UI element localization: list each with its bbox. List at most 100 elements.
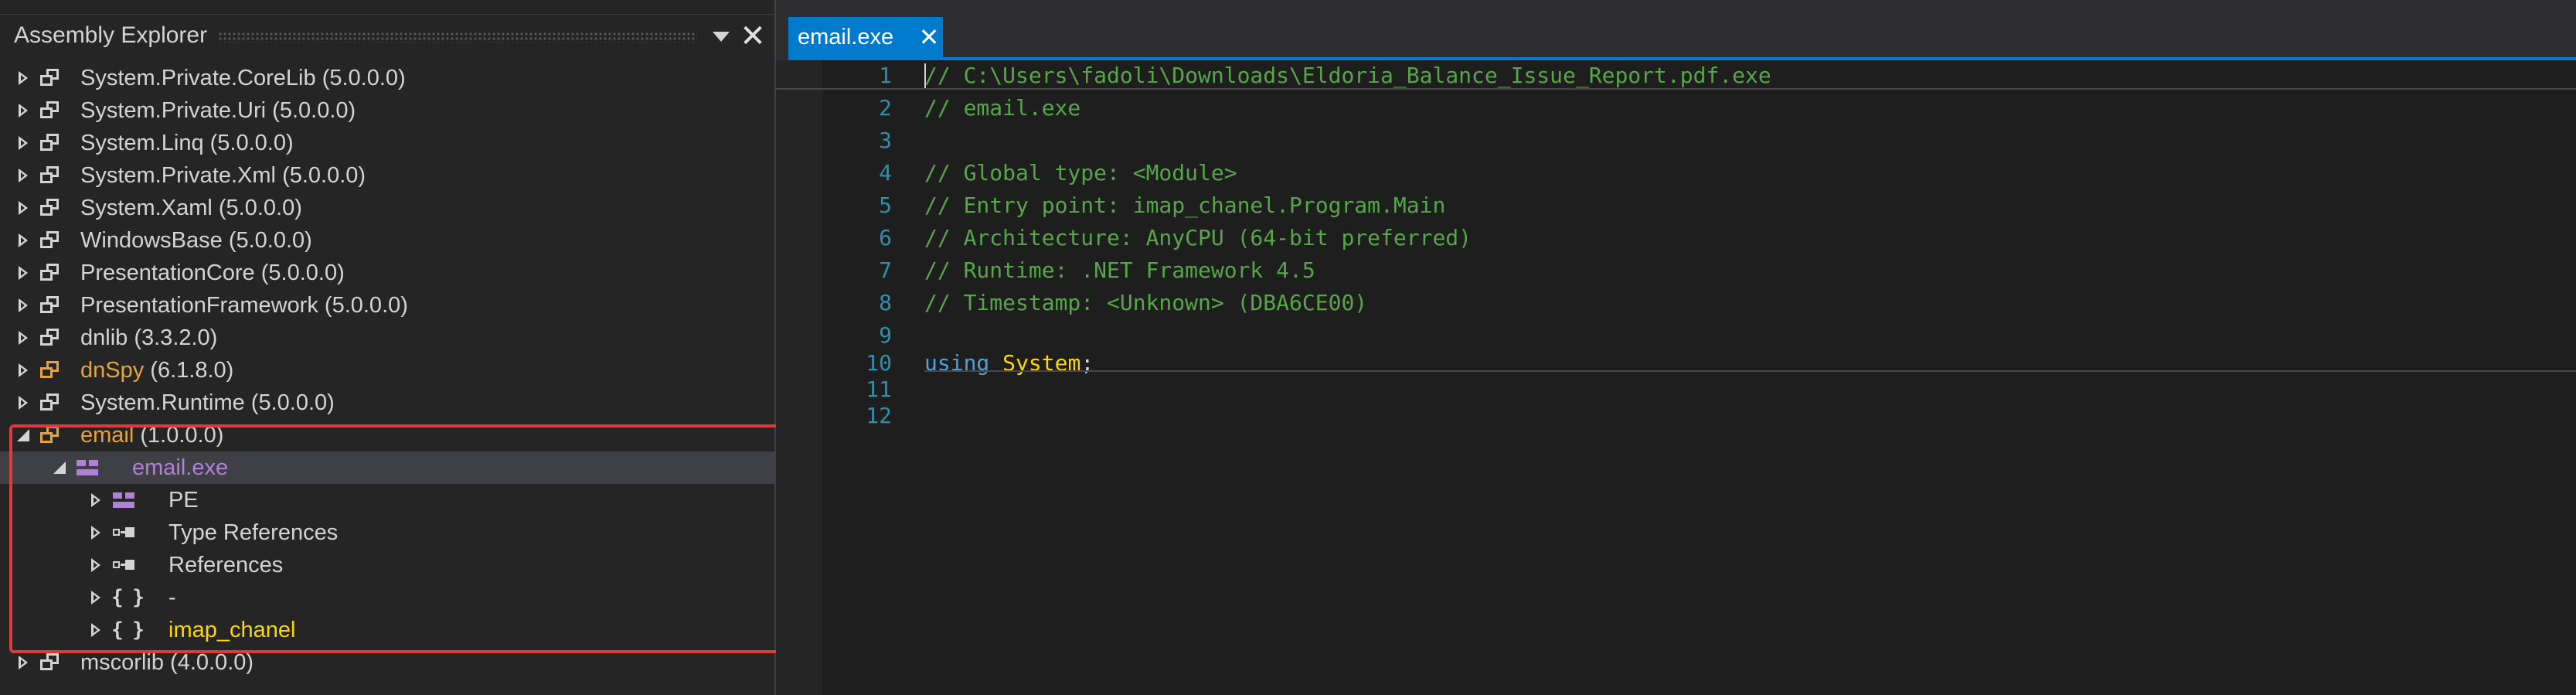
expand-arrow-icon[interactable] xyxy=(15,257,32,289)
code-line[interactable]: 7 // Runtime: .NET Framework 4.5 xyxy=(776,257,2576,284)
tree-item-name: - xyxy=(168,585,176,610)
reference-icon xyxy=(111,522,136,543)
tree-item[interactable]: WindowsBase (5.0.0.0) xyxy=(0,224,774,257)
code-line[interactable]: 10 using System; xyxy=(776,349,2576,377)
expand-arrow-icon[interactable] xyxy=(15,322,32,354)
expand-arrow-icon[interactable] xyxy=(15,646,32,679)
assembly-icon xyxy=(39,67,63,89)
tree-item-version: (5.0.0.0) xyxy=(218,196,302,220)
tree-item[interactable]: System.Linq (5.0.0.0) xyxy=(0,127,774,159)
tree-item-version: (5.0.0.0) xyxy=(250,390,335,415)
code-text: // Timestamp: <Unknown> (DBA6CE00) xyxy=(924,289,1367,317)
expand-arrow-icon[interactable] xyxy=(15,387,32,419)
expand-arrow-icon[interactable] xyxy=(88,484,105,516)
tree-item-label: References xyxy=(168,549,283,581)
code-token: // email.exe xyxy=(924,95,1081,121)
tree-item[interactable]: email.exe xyxy=(0,451,774,484)
tree-item[interactable]: System.Private.CoreLib (5.0.0.0) xyxy=(0,62,774,94)
reference-icon xyxy=(111,554,136,576)
expand-arrow-icon[interactable] xyxy=(15,224,32,257)
code-line[interactable]: 12 xyxy=(776,402,2576,430)
code-token: System xyxy=(1002,350,1081,376)
tree-item[interactable]: References xyxy=(0,549,774,581)
tree-item-label: dnSpy (6.1.8.0) xyxy=(80,354,233,387)
tree-item[interactable]: System.Runtime (5.0.0.0) xyxy=(0,387,774,419)
tree-item-name: System.Private.Uri xyxy=(80,98,267,123)
tree-item[interactable]: PE xyxy=(0,484,774,516)
code-line[interactable]: 2 // email.exe xyxy=(776,94,2576,122)
code-line[interactable]: 6 // Architecture: AnyCPU (64-bit preferr… xyxy=(776,224,2576,252)
code-line[interactable]: 11 xyxy=(776,376,2576,404)
line-number: 9 xyxy=(879,322,892,348)
collapse-arrow-icon[interactable] xyxy=(52,451,69,484)
line-number: 12 xyxy=(866,403,892,428)
tree-item-version: (6.1.8.0) xyxy=(150,358,234,383)
document-tab-bar: email.exe ✕ xyxy=(776,0,2576,60)
module-icon xyxy=(75,457,100,479)
close-panel-icon[interactable]: ✕ xyxy=(739,21,767,52)
panel-drag-grip[interactable] xyxy=(218,32,697,43)
expand-arrow-icon[interactable] xyxy=(88,549,105,581)
code-text: // C:\Users\fadoli\Downloads\Eldoria_Bal… xyxy=(924,62,1771,90)
tree-item-label: Type References xyxy=(168,516,338,549)
panel-dropdown-icon[interactable] xyxy=(713,32,730,42)
expand-arrow-icon[interactable] xyxy=(15,289,32,322)
tree-item-label: email.exe xyxy=(132,451,228,484)
tree-item-label: - xyxy=(168,581,176,614)
line-number: 4 xyxy=(879,160,892,186)
tree-item-label: System.Private.CoreLib (5.0.0.0) xyxy=(80,62,406,94)
expand-arrow-icon[interactable] xyxy=(88,614,105,646)
line-number: 11 xyxy=(866,376,892,402)
namespace-icon: { } xyxy=(111,586,145,609)
expand-arrow-icon[interactable] xyxy=(15,94,32,127)
tree-item[interactable]: PresentationCore (5.0.0.0) xyxy=(0,257,774,289)
expand-arrow-icon[interactable] xyxy=(88,516,105,549)
expand-arrow-icon[interactable] xyxy=(15,192,32,224)
assembly-icon xyxy=(39,262,63,284)
tree-item-name: imap_chanel xyxy=(168,618,296,642)
code-line[interactable]: 9 xyxy=(776,322,2576,349)
line-number: 2 xyxy=(879,95,892,121)
code-line[interactable]: 4 // Global type: <Module> xyxy=(776,159,2576,187)
code-line[interactable]: 1 // C:\Users\fadoli\Downloads\Eldoria_Ba… xyxy=(776,62,2576,90)
tree-item[interactable]: dnlib (3.3.2.0) xyxy=(0,322,774,354)
tree-item-version: (5.0.0.0) xyxy=(228,228,312,253)
line-number: 5 xyxy=(879,192,892,218)
expand-arrow-icon[interactable] xyxy=(15,159,32,192)
code-line[interactable]: 8 // Timestamp: <Unknown> (DBA6CE00) xyxy=(776,289,2576,317)
tree-item[interactable]: Type References xyxy=(0,516,774,549)
collapse-arrow-icon[interactable] xyxy=(15,419,32,451)
tree-item-name: Type References xyxy=(168,520,339,545)
tree-item-name: email.exe xyxy=(132,455,229,480)
tree-item[interactable]: System.Private.Xml (5.0.0.0) xyxy=(0,159,774,192)
tree-item-label: email (1.0.0.0) xyxy=(80,419,223,451)
tree-item[interactable]: System.Private.Uri (5.0.0.0) xyxy=(0,94,774,127)
expand-arrow-icon[interactable] xyxy=(15,354,32,387)
code-line[interactable]: 5 // Entry point: imap_chanel.Program.Mai… xyxy=(776,192,2576,220)
tree-item[interactable]: System.Xaml (5.0.0.0) xyxy=(0,192,774,224)
tree-item[interactable]: mscorlib (4.0.0.0) xyxy=(0,646,774,679)
tree-item[interactable]: { } imap_chanel xyxy=(0,614,774,646)
tree-item[interactable]: PresentationFramework (5.0.0.0) xyxy=(0,289,774,322)
assembly-explorer-panel: Assembly Explorer ✕ System.Private.CoreL… xyxy=(0,0,776,695)
tab-email-exe[interactable]: email.exe ✕ xyxy=(788,17,943,57)
expand-arrow-icon[interactable] xyxy=(15,127,32,159)
code-editor[interactable]: 1 // C:\Users\fadoli\Downloads\Eldoria_Ba… xyxy=(776,60,2576,695)
expand-arrow-icon[interactable] xyxy=(15,62,32,94)
assembly-icon xyxy=(39,359,63,381)
tree-item[interactable]: email (1.0.0.0) xyxy=(0,419,774,451)
tree-item[interactable]: { } - xyxy=(0,581,774,614)
assembly-icon xyxy=(39,424,63,446)
code-line[interactable]: 3 xyxy=(776,127,2576,155)
tree-item-label: System.Linq (5.0.0.0) xyxy=(80,127,294,159)
assembly-icon xyxy=(39,327,63,349)
code-text: // Entry point: imap_chanel.Program.Main xyxy=(924,192,1445,220)
tree-item[interactable]: dnSpy (6.1.8.0) xyxy=(0,354,774,387)
assembly-icon xyxy=(39,197,63,219)
line-number: 1 xyxy=(879,63,892,88)
tab-close-icon[interactable]: ✕ xyxy=(918,17,940,57)
tree-item-label: System.Xaml (5.0.0.0) xyxy=(80,192,302,224)
tree-item-version: (5.0.0.0) xyxy=(282,163,366,188)
expand-arrow-icon[interactable] xyxy=(88,581,105,614)
tree-item-name: PresentationFramework xyxy=(80,293,318,318)
